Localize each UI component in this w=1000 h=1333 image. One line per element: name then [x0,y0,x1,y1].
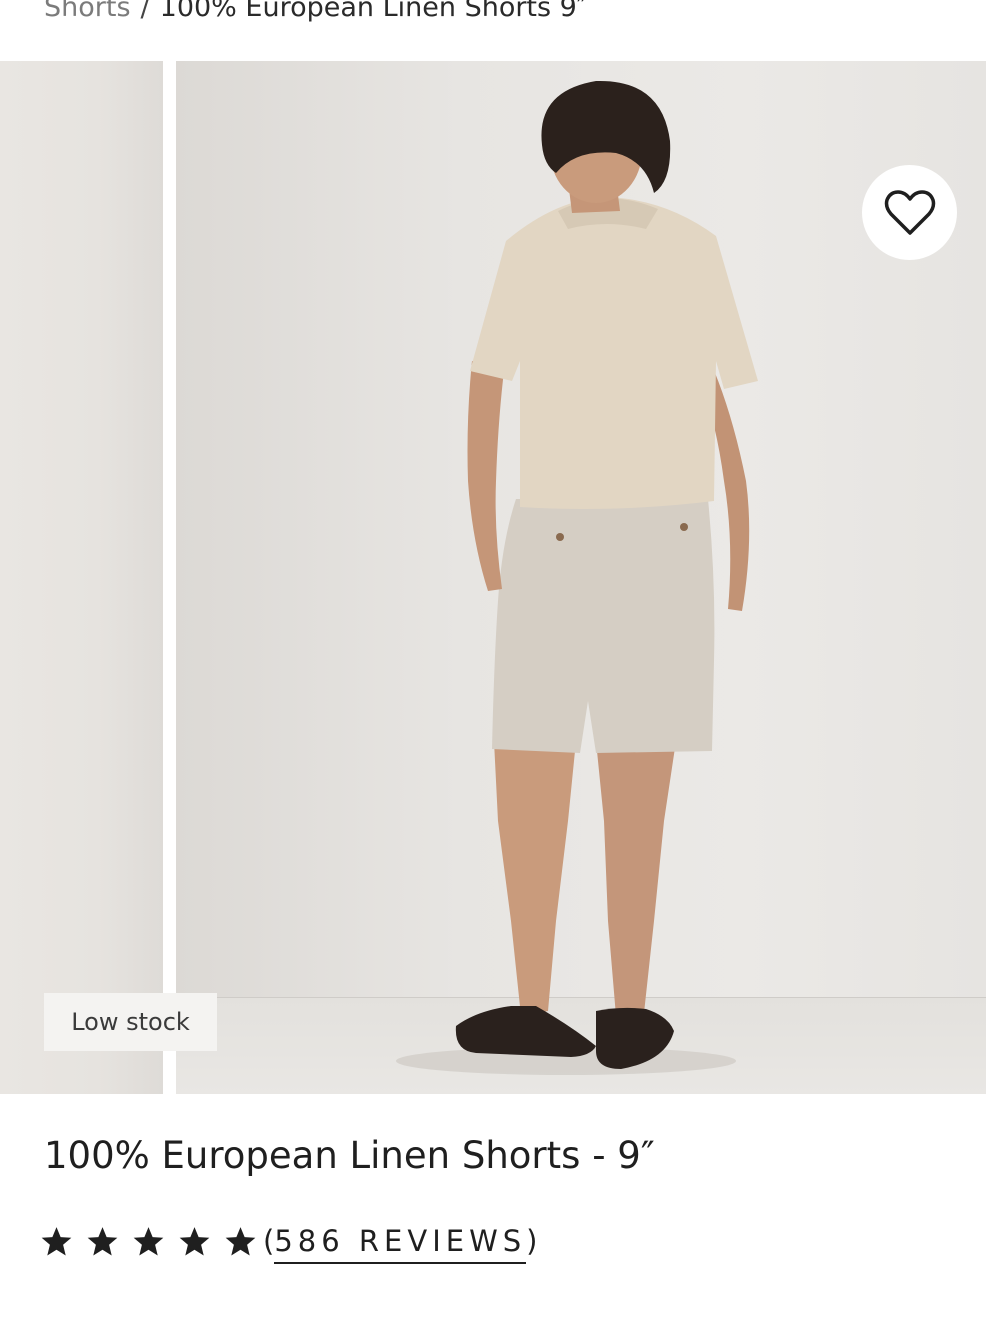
reviews-link[interactable]: (586 REVIEWS) [263,1224,538,1264]
star-icon [87,1226,118,1256]
heart-outline-icon [884,189,935,235]
star-icon [41,1226,72,1256]
breadcrumb: Shorts / 100% European Linen Shorts 9″ [44,0,587,28]
reviews-open-paren: ( [263,1224,275,1258]
star-icon [179,1226,210,1256]
stock-badge: Low stock [44,993,217,1051]
product-title: 100% European Linen Shorts - 9″ [44,1134,655,1177]
price-row [44,1318,524,1333]
breadcrumb-separator: / [140,0,150,23]
star-icon [133,1226,164,1256]
breadcrumb-link-shorts[interactable]: Shorts [44,0,131,23]
previous-product-image[interactable] [0,61,163,1094]
wishlist-button[interactable] [862,165,957,260]
star-icon [225,1226,256,1256]
product-rating: (586 REVIEWS) [40,1213,538,1269]
reviews-close-paren: ) [526,1224,538,1258]
product-image-gallery: Low stock [0,61,1000,1094]
rating-stars [40,1225,263,1258]
review-count: 586 REVIEWS [274,1224,527,1264]
breadcrumb-current: 100% European Linen Shorts 9″ [159,0,587,23]
